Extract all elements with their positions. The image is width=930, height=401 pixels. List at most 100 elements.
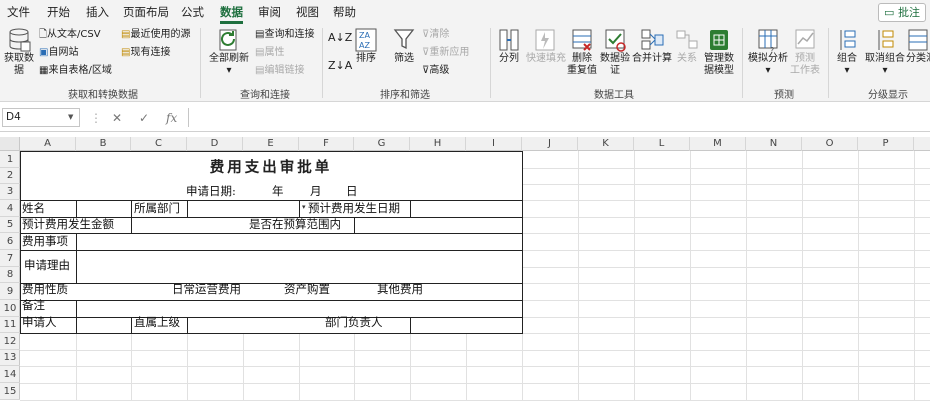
row-header-15[interactable]: 15 (0, 383, 20, 400)
gridline (746, 151, 747, 400)
row-headers: 1 2 3 4 5 6 7 8 9 10 11 12 13 14 15 (0, 151, 20, 400)
column-header-F[interactable]: F (299, 137, 354, 151)
column-header-B[interactable]: B (76, 137, 131, 151)
flash-fill-button[interactable]: 快速填充 (526, 27, 566, 65)
data-validation-button[interactable]: 数据验 证 (600, 27, 630, 77)
column-header-J[interactable]: J (522, 137, 578, 151)
tab-help[interactable]: 帮助 (333, 4, 356, 22)
gridline (914, 151, 915, 400)
column-header-O[interactable]: O (802, 137, 858, 151)
group-label: 组合 (837, 53, 857, 64)
data-validation-icon (605, 29, 626, 52)
tab-file[interactable]: 文件 (7, 4, 30, 22)
queries-connections-button[interactable]: ▤查询和连接 (255, 29, 314, 41)
row-header-9[interactable]: 9 (0, 283, 20, 300)
edit-links-button[interactable]: ▤编辑链接 (255, 65, 304, 77)
select-all-corner[interactable] (0, 137, 20, 151)
column-header-C[interactable]: C (131, 137, 187, 151)
tab-home[interactable]: 开始 (47, 4, 70, 22)
ungroup-button[interactable]: 取消组合 ▾ (865, 27, 905, 77)
cancel-formula-icon[interactable]: ✕ (112, 111, 122, 125)
tab-insert[interactable]: 插入 (86, 4, 109, 22)
comment-button[interactable]: ▭ 批注 (878, 3, 926, 22)
text-to-columns-button[interactable]: 分列 (495, 27, 523, 65)
row-header-11[interactable]: 11 (0, 317, 20, 333)
refresh-all-button[interactable]: 全部刷新 ▾ (206, 27, 252, 77)
properties-button[interactable]: ▤属性 (255, 47, 284, 59)
row-header-3[interactable]: 3 (0, 184, 20, 200)
row-header-13[interactable]: 13 (0, 350, 20, 366)
column-header-L[interactable]: L (634, 137, 690, 151)
nature-option-daily: 日常运营费用 (172, 282, 241, 296)
consolidate-label: 合并计算 (632, 53, 672, 64)
form-title: 费用支出审批单 (209, 159, 333, 176)
name-box-dropdown-icon[interactable]: ▼ (68, 113, 73, 121)
subtotal-icon (908, 29, 928, 51)
remove-duplicates-label-1: 删除 (572, 53, 592, 64)
column-header-K[interactable]: K (578, 137, 634, 151)
consolidate-button[interactable]: 合并计算 (631, 27, 673, 65)
data-model-icon (710, 30, 728, 50)
row-header-8[interactable]: 8 (0, 267, 20, 283)
manage-data-model-button[interactable]: 管理数 据模型 (702, 27, 736, 77)
reapply-button[interactable]: ⊽重新应用 (422, 47, 469, 59)
cell-dropdown-icon[interactable]: ▾ (302, 203, 306, 211)
row-header-5[interactable]: 5 (0, 217, 20, 233)
formula-input[interactable] (188, 108, 930, 127)
flash-fill-label: 快速填充 (526, 53, 566, 64)
from-table-button[interactable]: ▦来自表格/区域 (39, 65, 112, 77)
row-header-12[interactable]: 12 (0, 333, 20, 350)
advanced-label: 高级 (429, 65, 450, 76)
relationships-button[interactable]: 关系 (675, 27, 699, 65)
get-data-button[interactable]: 获取数 据 (3, 27, 35, 77)
what-if-analysis-button[interactable]: ? 模拟分析 ▾ (746, 27, 790, 77)
column-header-A[interactable]: A (20, 137, 76, 151)
tab-formulas[interactable]: 公式 (181, 4, 204, 22)
row-header-4[interactable]: 4 (0, 200, 20, 217)
column-header-N[interactable]: N (746, 137, 802, 151)
group-button[interactable]: 组合 ▾ (832, 27, 862, 77)
row-header-7[interactable]: 7 (0, 250, 20, 267)
in-budget-label: 是否在预算范围内 (249, 217, 341, 231)
filter-button[interactable]: 筛选 (390, 27, 418, 65)
sort-button[interactable]: ZA AZ 排序 (352, 27, 380, 65)
subtotal-button[interactable]: 分类汇 (906, 27, 930, 65)
tab-review[interactable]: 审阅 (258, 4, 281, 22)
column-header-E[interactable]: E (243, 137, 299, 151)
remove-duplicates-button[interactable]: 删除 重复值 (566, 27, 598, 77)
column-header-I[interactable]: I (466, 137, 522, 151)
sort-ascending-button[interactable]: A↓Z (328, 32, 352, 44)
recent-sources-button[interactable]: ▤最近使用的源 (121, 29, 190, 41)
column-header-H[interactable]: H (410, 137, 466, 151)
enter-formula-icon[interactable]: ✓ (139, 111, 149, 125)
from-text-csv-label: 从文本/CSV (47, 29, 101, 40)
row-header-6[interactable]: 6 (0, 233, 20, 250)
spreadsheet-grid[interactable]: ABCDEFGHIJKLMNOP 1 2 3 4 5 6 7 8 9 10 11 12 13 14 15 费… (0, 137, 930, 401)
row-header-2[interactable]: 2 (0, 168, 20, 184)
existing-connections-button[interactable]: ▤现有连接 (121, 47, 170, 59)
column-header-M[interactable]: M (690, 137, 746, 151)
from-text-csv-button[interactable]: 🗋从文本/CSV (39, 29, 101, 41)
cell-border (131, 200, 132, 218)
forecast-sheet-button[interactable]: 预测 工作表 (789, 27, 821, 77)
flash-fill-icon (535, 29, 555, 51)
from-web-button[interactable]: ▣自网站 (39, 47, 78, 59)
column-header-G[interactable]: G (354, 137, 410, 151)
remove-duplicates-label-2: 重复值 (567, 65, 597, 76)
sort-descending-button[interactable]: Z↓A (328, 60, 352, 72)
row-header-14[interactable]: 14 (0, 366, 20, 383)
column-header-D[interactable]: D (187, 137, 243, 151)
group-icon (840, 30, 856, 50)
clear-button[interactable]: ⊽清除 (422, 29, 449, 41)
cell-border (20, 250, 523, 251)
from-web-label: 自网站 (48, 47, 79, 58)
tab-view[interactable]: 视图 (296, 4, 319, 22)
row-header-10[interactable]: 10 (0, 300, 20, 317)
advanced-filter-button[interactable]: ⊽高级 (422, 65, 449, 77)
more-options-icon[interactable]: ⋮ (90, 111, 102, 125)
insert-function-icon[interactable]: fx (166, 111, 177, 125)
tab-data[interactable]: 数据 (220, 4, 243, 24)
row-header-1[interactable]: 1 (0, 151, 20, 168)
column-header-P[interactable]: P (858, 137, 914, 151)
tab-page-layout[interactable]: 页面布局 (123, 4, 169, 22)
